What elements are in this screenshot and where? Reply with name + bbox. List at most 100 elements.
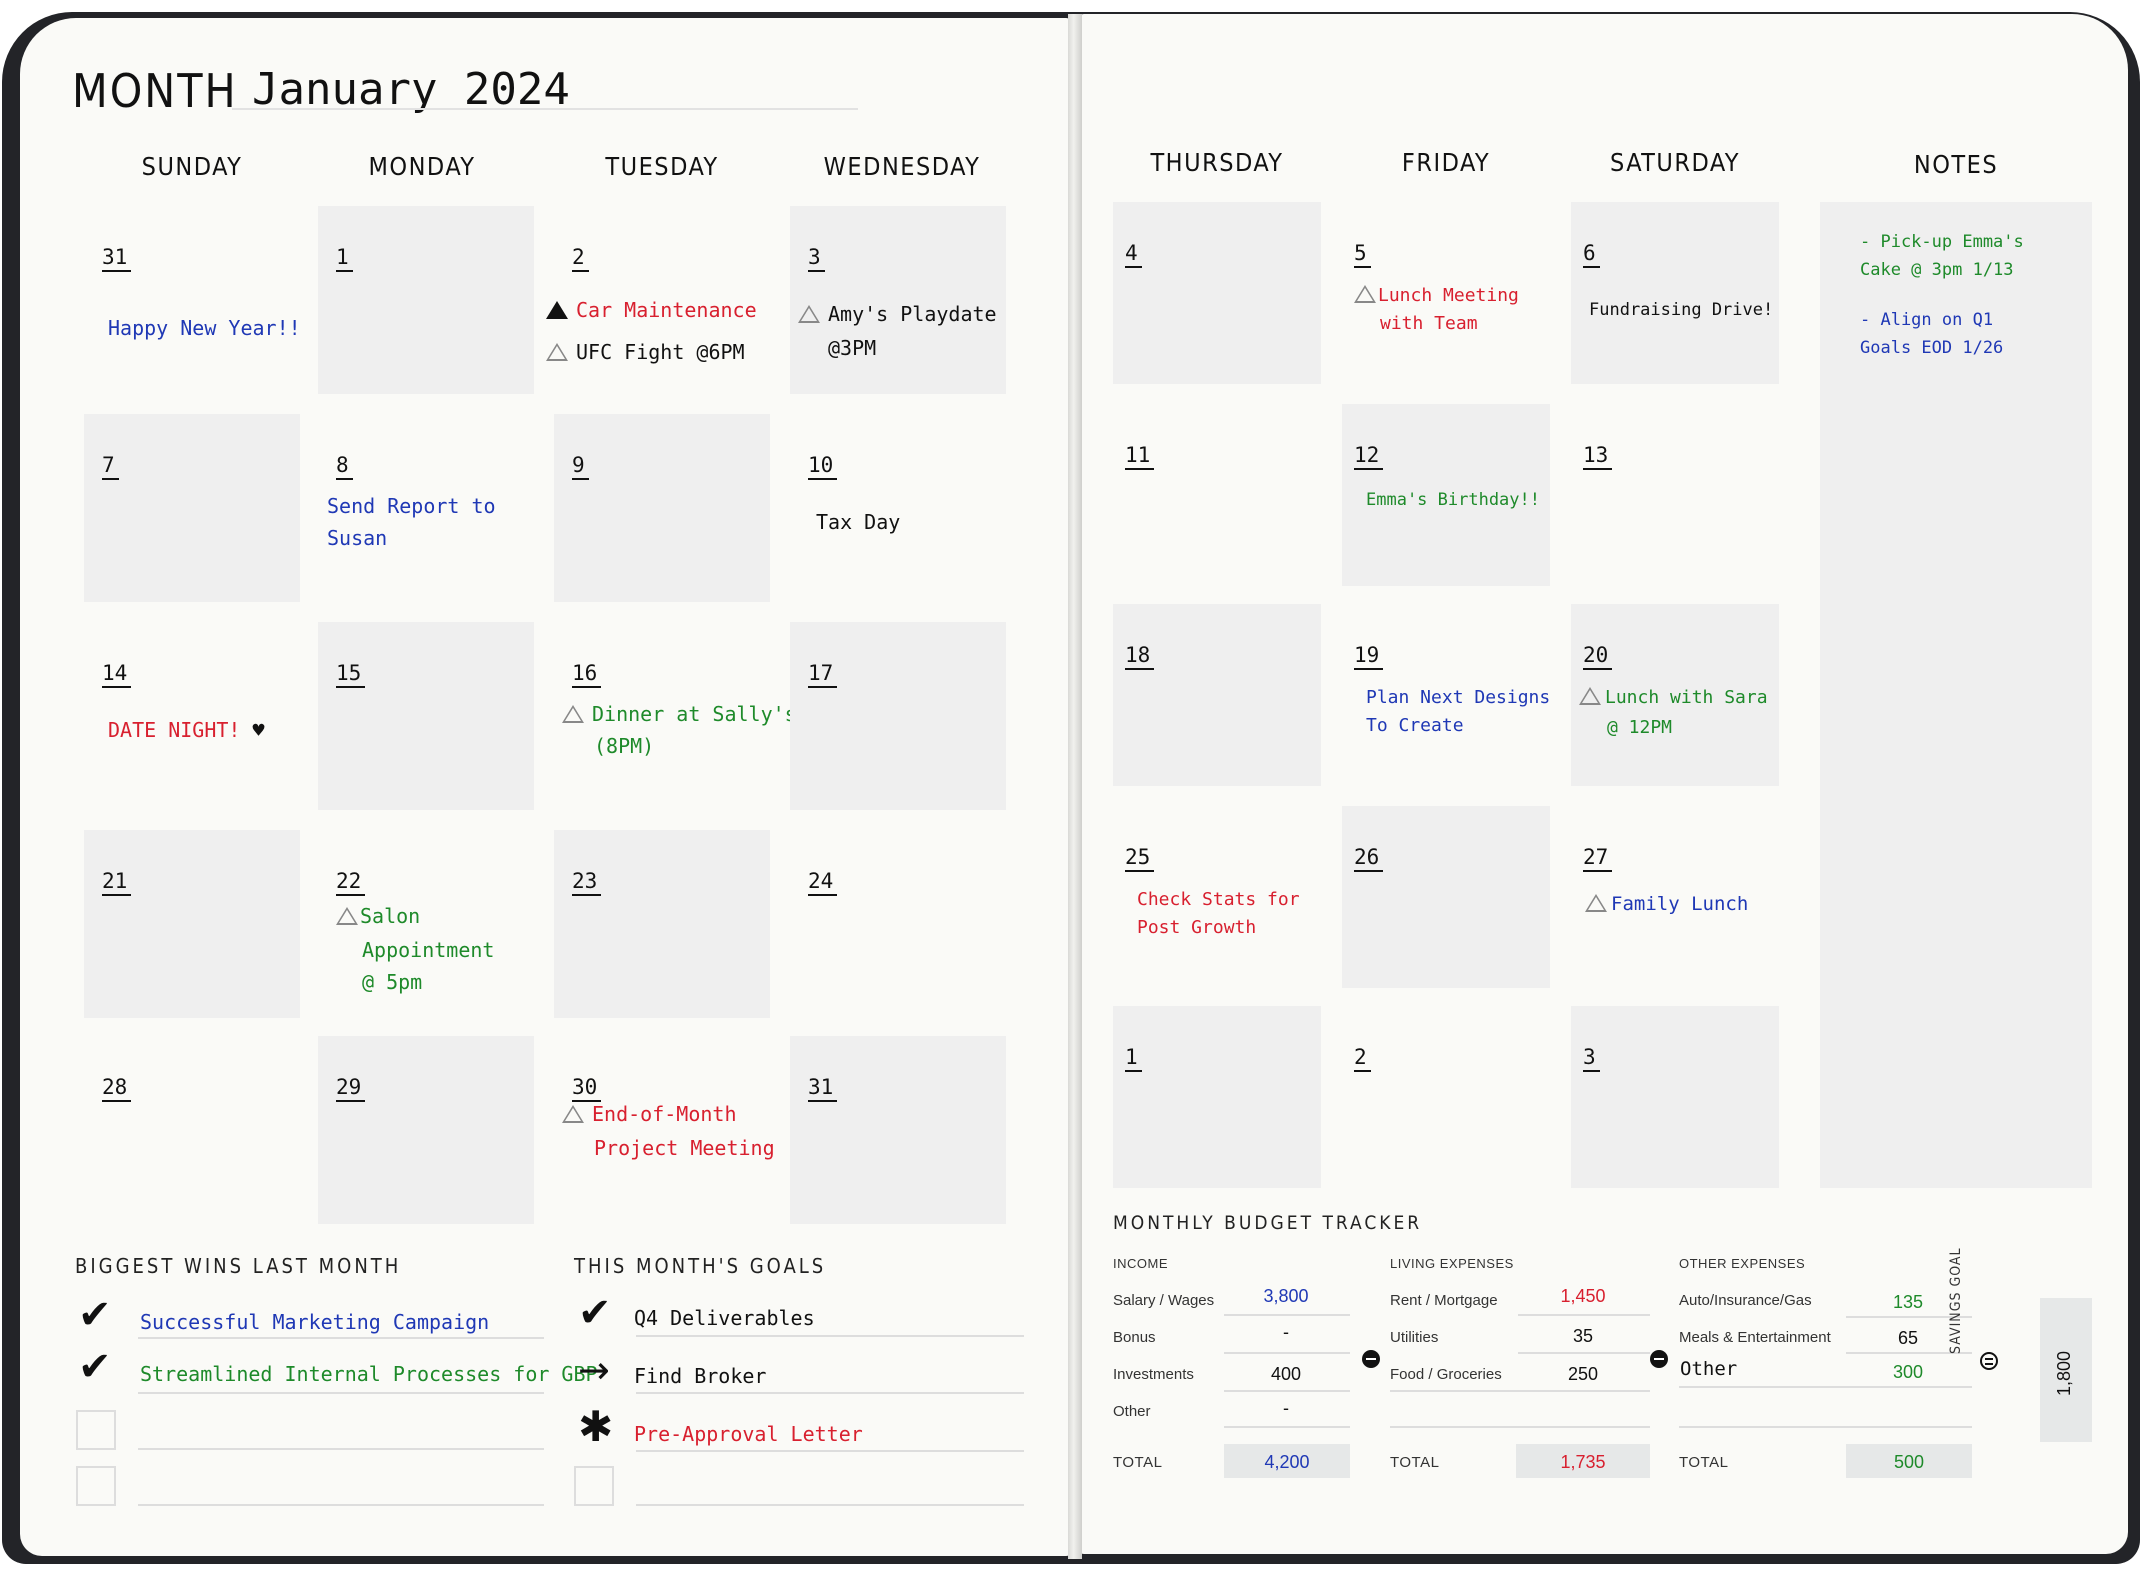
check-icon: ✔: [578, 1290, 612, 1336]
day-cell[interactable]: 1: [1113, 1006, 1321, 1188]
checkbox-checked[interactable]: ✔: [76, 1344, 116, 1390]
day-cell[interactable]: 1: [318, 206, 534, 394]
day-cell[interactable]: 24: [790, 830, 1006, 1018]
event-check-stats-2: Post Growth: [1137, 917, 1257, 938]
living-total-label: TOTAL: [1390, 1454, 1440, 1471]
income-total-label: TOTAL: [1113, 1454, 1163, 1471]
checkbox-empty[interactable]: [574, 1466, 614, 1506]
win-line: [138, 1337, 544, 1339]
minus-icon: [1650, 1350, 1668, 1368]
day-cell[interactable]: 16 Dinner at Sally's (8PM): [554, 622, 797, 810]
day-cell[interactable]: 30 End-of-Month Project Meeting: [554, 1036, 775, 1224]
day-header-wednesday: WEDNESDAY: [823, 152, 981, 181]
day-cell[interactable]: 22 Salon Appointment @ 5pm: [318, 830, 534, 1018]
checkbox-important[interactable]: ✱: [574, 1402, 614, 1451]
day-cell[interactable]: 29: [318, 1036, 534, 1224]
event-text: Amy's Playdate: [828, 302, 997, 326]
living-value[interactable]: 35: [1518, 1326, 1648, 1347]
day-cell[interactable]: 2: [1342, 1006, 1550, 1188]
note-align-goals-2: Goals EOD 1/26: [1860, 338, 2004, 358]
day-cell[interactable]: 9: [554, 414, 770, 602]
day-cell[interactable]: 8 Send Report to Susan: [318, 414, 534, 602]
day-cell[interactable]: 31 Happy New Year!!: [84, 206, 301, 394]
day-cell[interactable]: 12 Emma's Birthday!!: [1342, 404, 1550, 586]
goal-line: [636, 1504, 1024, 1506]
day-cell[interactable]: 3: [1571, 1006, 1779, 1188]
income-value[interactable]: 3,800: [1224, 1286, 1348, 1307]
day-cell[interactable]: 5 Lunch Meeting with Team: [1342, 202, 1550, 384]
month-label: MONTH: [72, 64, 238, 118]
win-line: [138, 1504, 544, 1506]
day-cell[interactable]: 11: [1113, 404, 1321, 586]
day-header-saturday: SATURDAY: [1609, 148, 1741, 177]
income-label: Investments: [1113, 1366, 1194, 1383]
day-cell[interactable]: 31: [790, 1036, 1006, 1224]
day-cell[interactable]: 18: [1113, 604, 1321, 786]
day-cell[interactable]: 7: [84, 414, 300, 602]
day-number: 27: [1583, 846, 1613, 872]
equals-icon: [1980, 1352, 1998, 1370]
day-cell[interactable]: 15: [318, 622, 534, 810]
income-label: Salary / Wages: [1113, 1292, 1215, 1309]
living-value[interactable]: 250: [1518, 1364, 1648, 1385]
day-number: 20: [1583, 644, 1613, 670]
day-cell[interactable]: 4: [1113, 202, 1321, 384]
day-cell[interactable]: 13: [1571, 404, 1779, 586]
triangle-icon: [562, 705, 584, 723]
day-cell[interactable]: 2 Car Maintenance UFC Fight @6PM: [546, 206, 770, 394]
month-underline: [232, 108, 858, 110]
event-text: UFC Fight @6PM: [576, 340, 745, 364]
day-number: 2: [1354, 1046, 1371, 1072]
day-cell[interactable]: 6 Fundraising Drive!: [1571, 202, 1779, 384]
triangle-icon: [1579, 687, 1601, 705]
day-number: 24: [808, 870, 838, 896]
checkbox-empty[interactable]: [76, 1410, 116, 1450]
day-cell[interactable]: 17: [790, 622, 1006, 810]
income-label: Bonus: [1113, 1329, 1156, 1346]
day-number: 19: [1354, 644, 1384, 670]
income-value[interactable]: -: [1224, 1398, 1348, 1419]
event-end-of-month-2: Project Meeting: [594, 1136, 775, 1160]
day-cell[interactable]: 19 Plan Next Designs To Create: [1342, 604, 1550, 786]
living-value[interactable]: 1,450: [1518, 1286, 1648, 1307]
day-number: 10: [808, 454, 838, 480]
income-total: 4,200: [1264, 1452, 1310, 1472]
checkbox-migrated[interactable]: →: [574, 1348, 614, 1392]
other-line: [1679, 1426, 1972, 1428]
day-cell[interactable]: 21: [84, 830, 300, 1018]
income-value[interactable]: -: [1224, 1322, 1348, 1343]
day-cell[interactable]: 3 Amy's Playdate @3PM: [790, 206, 1006, 394]
day-cell[interactable]: 14 DATE NIGHT! ♥: [84, 622, 300, 810]
day-number: 7: [102, 454, 119, 480]
day-cell[interactable]: 28: [84, 1036, 300, 1224]
arrow-right-icon: →: [578, 1348, 610, 1392]
day-cell[interactable]: 23: [554, 830, 770, 1018]
day-cell[interactable]: 27 Family Lunch: [1571, 806, 1779, 988]
income-label: Other: [1113, 1403, 1151, 1420]
notes-panel[interactable]: - Pick-up Emma's Cake @ 3pm 1/13 - Align…: [1820, 202, 2092, 1188]
event-family-lunch: Family Lunch: [1585, 888, 1748, 920]
day-number: 31: [808, 1076, 838, 1102]
day-header-thursday: THURSDAY: [1150, 148, 1284, 177]
win-item: Successful Marketing Campaign: [140, 1310, 490, 1334]
day-number: 25: [1125, 846, 1155, 872]
day-header-friday: FRIDAY: [1401, 148, 1491, 177]
other-label: Other: [1680, 1358, 1738, 1380]
checkbox-empty[interactable]: [76, 1466, 116, 1506]
event-lunch-sara: Lunch with Sara: [1579, 684, 1768, 712]
day-header-tuesday: TUESDAY: [605, 152, 719, 181]
day-cell[interactable]: 26: [1342, 806, 1550, 988]
checkbox-checked[interactable]: ✔: [574, 1290, 614, 1336]
day-number: 9: [572, 454, 589, 480]
day-cell[interactable]: 10 Tax Day: [790, 414, 1006, 602]
day-number: 6: [1583, 242, 1600, 268]
day-cell[interactable]: 25 Check Stats for Post Growth: [1113, 806, 1321, 988]
goal-item: Find Broker: [634, 1364, 767, 1388]
income-value[interactable]: 400: [1224, 1364, 1348, 1385]
checkbox-checked[interactable]: ✔: [76, 1292, 116, 1338]
day-number: 31: [102, 246, 132, 272]
event-salon-3: @ 5pm: [362, 970, 423, 994]
day-cell[interactable]: 20 Lunch with Sara @ 12PM: [1571, 604, 1779, 786]
other-value[interactable]: 300: [1846, 1362, 1970, 1383]
income-line: [1224, 1314, 1350, 1316]
